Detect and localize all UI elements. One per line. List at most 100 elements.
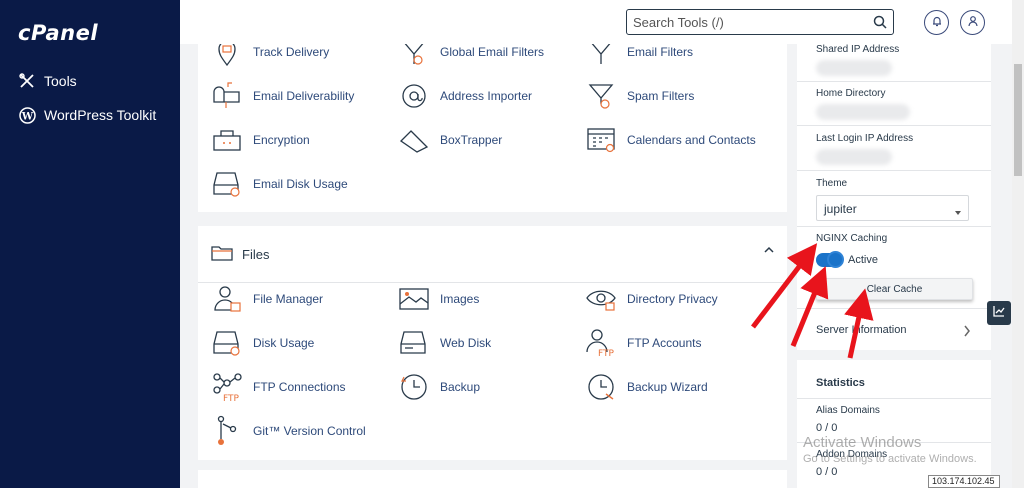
activate-windows-watermark: Activate Windows [803, 434, 922, 451]
tool-spam-filters[interactable]: Spam Filters [585, 80, 694, 112]
spam-filters-icon [585, 80, 617, 112]
scrollbar-thumb[interactable] [1014, 64, 1022, 176]
tool-global-email-filters[interactable]: Global Email Filters [398, 44, 544, 68]
email-filters-icon [585, 44, 617, 68]
search-box [626, 9, 894, 35]
divider [797, 81, 991, 82]
last-login-ip-value-redacted [816, 149, 892, 165]
directory-privacy-icon [585, 283, 617, 315]
notifications-button[interactable] [924, 10, 949, 35]
search-icon[interactable] [873, 15, 887, 34]
tool-backup-wizard[interactable]: Backup Wizard [585, 371, 708, 403]
statistics-card: Statistics Alias Domains 0 / 0 Addon Dom… [797, 360, 991, 488]
toggle-knob [827, 251, 844, 268]
svg-text:FTP: FTP [223, 394, 240, 402]
tool-web-disk[interactable]: Web Disk [398, 327, 491, 359]
mailbox-icon [211, 80, 243, 112]
addon-domains-value: 0 / 0 [816, 466, 838, 478]
chevron-right-icon [963, 324, 971, 342]
tool-disk-usage[interactable]: Disk Usage [211, 327, 314, 359]
tool-boxtrapper[interactable]: BoxTrapper [398, 124, 502, 156]
web-disk-icon [398, 327, 430, 359]
shared-ip-label: Shared IP Address [816, 44, 900, 55]
address-importer-icon [398, 80, 430, 112]
last-login-ip-label: Last Login IP Address [816, 133, 914, 144]
clear-cache-button[interactable]: Clear Cache [816, 278, 973, 300]
home-directory-label: Home Directory [816, 88, 886, 99]
encryption-icon [211, 124, 243, 156]
nginx-caching-label: NGINX Caching [816, 233, 888, 244]
sidebar-item-wordpress-toolkit[interactable]: W WordPress Toolkit [18, 106, 156, 124]
disk-usage-icon [211, 168, 243, 200]
divider [797, 125, 991, 126]
top-header [180, 0, 1012, 44]
tools-icon [18, 72, 36, 90]
nginx-status-text: Active [848, 254, 878, 266]
boxtrapper-icon [398, 124, 430, 156]
tool-calendars-contacts[interactable]: Calendars and Contacts [585, 124, 756, 156]
divider [797, 170, 991, 171]
tool-email-filters[interactable]: Email Filters [585, 44, 693, 68]
track-delivery-icon [211, 44, 243, 68]
ftp-accounts-icon: FTP [585, 327, 617, 359]
global-email-filters-icon [398, 44, 430, 68]
tool-ftp-accounts[interactable]: FTP FTP Accounts [585, 327, 701, 359]
bell-icon [931, 14, 943, 32]
git-icon [211, 415, 243, 447]
tool-track-delivery[interactable]: Track Delivery [211, 44, 329, 68]
files-section-card: Files File Manager Images Directory Priv… [198, 226, 787, 460]
disk-usage-icon [211, 327, 243, 359]
sidebar-item-label: WordPress Toolkit [44, 107, 157, 123]
user-menu-button[interactable] [960, 10, 985, 35]
next-section-card [198, 470, 787, 488]
tool-email-disk-usage[interactable]: Email Disk Usage [211, 168, 348, 200]
theme-select[interactable]: jupiter [816, 195, 969, 221]
wordpress-icon: W [18, 106, 36, 124]
nginx-caching-toggle[interactable] [816, 251, 844, 268]
ftp-connections-icon: FTP [211, 371, 243, 403]
chevron-up-icon[interactable] [763, 243, 775, 261]
svg-text:W: W [20, 111, 33, 122]
server-information-row[interactable]: Server Information [797, 309, 991, 350]
svg-text:FTP: FTP [598, 349, 615, 358]
divider [797, 398, 991, 399]
stats-float-button[interactable] [987, 301, 1011, 325]
activate-windows-subtext: Go to Settings to activate Windows. [803, 453, 977, 465]
tool-images[interactable]: Images [398, 283, 479, 315]
page-scrollbar[interactable] [1012, 0, 1024, 488]
chart-icon [993, 304, 1005, 322]
home-directory-value-redacted [816, 104, 910, 120]
ip-address-tooltip: 103.174.102.45 [928, 475, 1000, 488]
cpanel-logo[interactable]: cPanel [18, 21, 98, 45]
tool-backup[interactable]: Backup [398, 371, 480, 403]
divider [797, 226, 991, 227]
calendar-icon [585, 124, 617, 156]
tool-ftp-connections[interactable]: FTP FTP Connections [211, 371, 346, 403]
caret-down-icon [954, 205, 962, 219]
search-input[interactable] [627, 10, 863, 34]
sidebar: cPanel Tools W WordPress Toolkit [0, 0, 180, 488]
user-icon [967, 14, 979, 32]
email-section-card: Track Delivery Global Email Filters Emai… [198, 44, 787, 212]
images-icon [398, 283, 430, 315]
backup-wizard-icon [585, 371, 617, 403]
tool-email-deliverability[interactable]: Email Deliverability [211, 80, 354, 112]
alias-domains-value: 0 / 0 [816, 422, 838, 434]
tool-encryption[interactable]: Encryption [211, 124, 310, 156]
statistics-title: Statistics [816, 377, 865, 389]
server-information-label: Server Information [816, 324, 907, 336]
files-section-header[interactable]: Files [198, 226, 787, 283]
general-info-card: Shared IP Address Home Directory Last Lo… [797, 44, 991, 350]
sidebar-item-tools[interactable]: Tools [18, 72, 77, 90]
file-manager-icon [211, 283, 243, 315]
sidebar-item-label: Tools [44, 73, 77, 89]
tool-git-version-control[interactable]: Git™ Version Control [211, 415, 366, 447]
tool-file-manager[interactable]: File Manager [211, 283, 323, 315]
tool-address-importer[interactable]: Address Importer [398, 80, 532, 112]
files-section-title: Files [242, 247, 270, 262]
main-content: Track Delivery Global Email Filters Emai… [180, 44, 797, 488]
alias-domains-label: Alias Domains [816, 405, 880, 416]
tool-directory-privacy[interactable]: Directory Privacy [585, 283, 718, 315]
folder-icon [211, 245, 233, 266]
backup-icon [398, 371, 430, 403]
